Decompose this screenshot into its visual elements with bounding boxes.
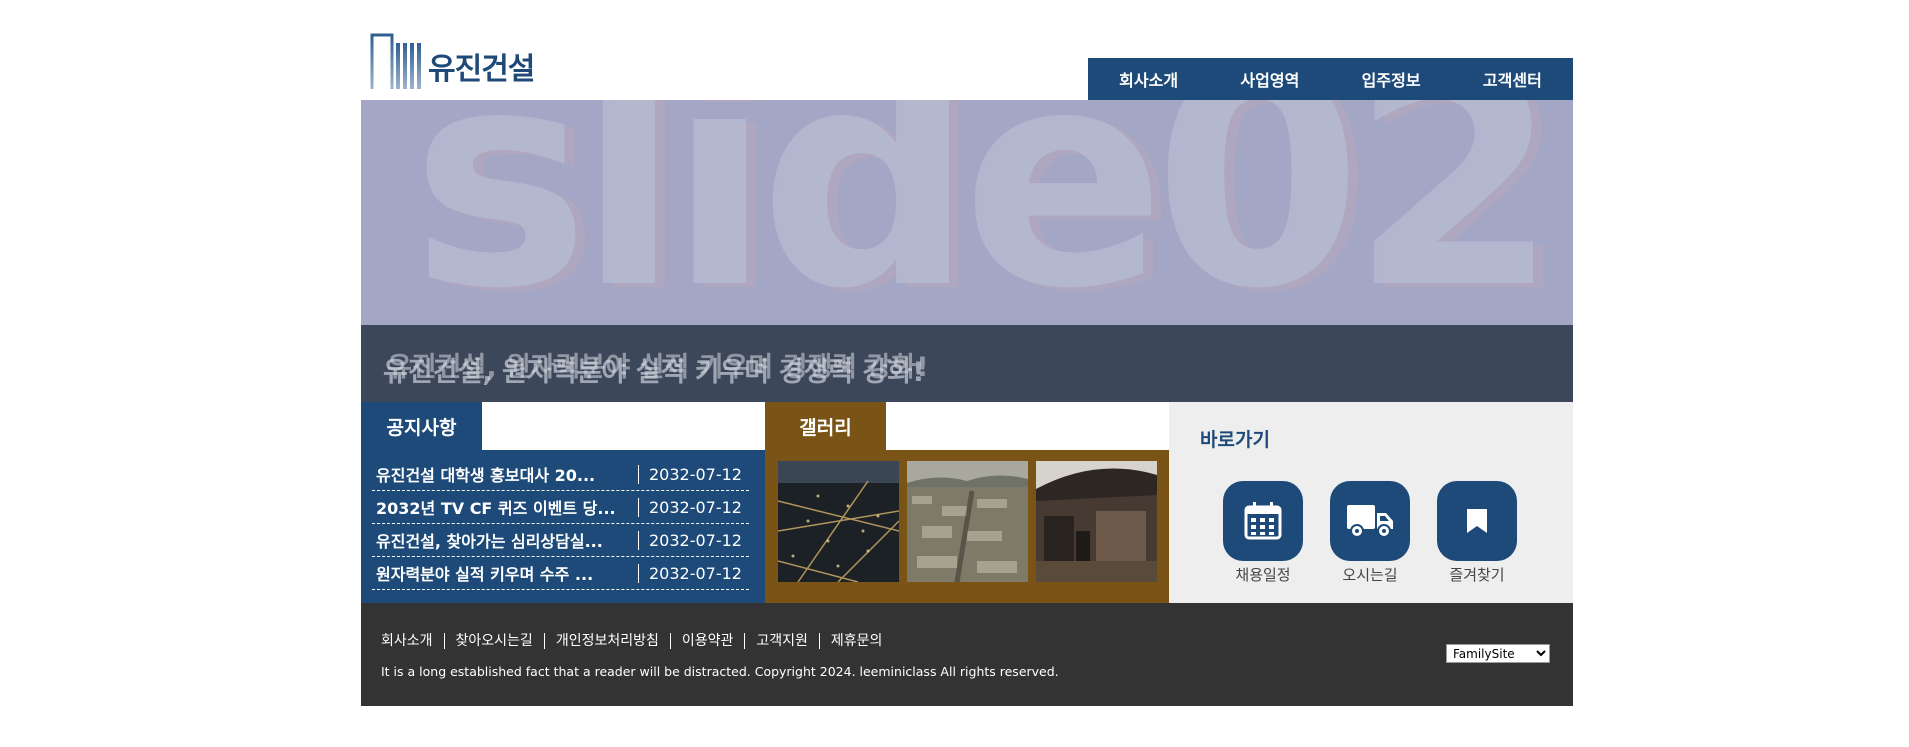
gallery-thumb-night-city[interactable] [778, 461, 899, 582]
notice-item[interactable]: 2032년 TV CF 퀴즈 이벤트 당... 2032-07-12 [372, 491, 749, 524]
footer-links: 회사소개 찾아오시는길 개인정보처리방침 이용약관 고객지원 제휴문의 [381, 633, 893, 649]
footer-link-directions[interactable]: 찾아오시는길 [443, 633, 544, 649]
gallery-body [765, 450, 1169, 603]
page-container: 유진건설 회사소개 사업영역 입주정보 고객센터 slide02 slide02… [361, 0, 1573, 747]
notice-title: 유진건설 대학생 홍보대사 20... [376, 466, 596, 485]
gallery-section: 갤러리 [765, 402, 1169, 603]
notice-item[interactable]: 원자력분야 실적 키우며 수주 ... 2032-07-12 [372, 557, 749, 590]
nav-item-residence[interactable]: 입주정보 [1331, 58, 1452, 100]
quick-link-label: 즐겨찾기 [1449, 566, 1505, 584]
quick-link-favorites[interactable]: 즐겨찾기 [1437, 481, 1517, 585]
notice-title: 2032년 TV CF 퀴즈 이벤트 당... [376, 499, 616, 518]
family-site-select[interactable]: FamilySite [1446, 644, 1550, 663]
slide-label: slide02 [411, 100, 1559, 354]
slide-caption-band: 유진건설, 원자력분야 실적 키우며 경쟁력 강화! 유진건설, 원자력분야 실… [361, 325, 1573, 402]
main-nav: 회사소개 사업영역 입주정보 고객센터 [1088, 58, 1573, 100]
copyright-text: It is a long established fact that a rea… [381, 664, 1059, 679]
gallery-thumb-hanok[interactable] [1036, 461, 1157, 582]
bookmark-icon [1437, 481, 1517, 561]
quick-link-directions[interactable]: 오시는길 [1330, 481, 1410, 585]
quick-link-label: 채용일정 [1235, 566, 1291, 584]
truck-icon [1330, 481, 1410, 561]
nav-item-support[interactable]: 고객센터 [1452, 58, 1573, 100]
calendar-icon [1223, 481, 1303, 561]
logo-mark-icon [370, 33, 421, 89]
quick-link-recruit[interactable]: 채용일정 [1223, 481, 1303, 585]
notice-item[interactable]: 유진건설, 찾아가는 심리상담실... 2032-07-12 [372, 524, 749, 557]
tab-notice[interactable]: 공지사항 [361, 402, 482, 450]
gallery-thumb-city-day[interactable] [907, 461, 1028, 582]
logo[interactable]: 유진건설 [370, 33, 535, 89]
nav-item-company[interactable]: 회사소개 [1088, 58, 1209, 100]
notice-date: 2032-07-12 [638, 464, 749, 484]
notice-date: 2032-07-12 [638, 497, 749, 517]
notice-body: 유진건설 대학생 홍보대사 20... 2032-07-12 2032년 TV … [361, 450, 765, 603]
notice-title: 유진건설, 찾아가는 심리상담실... [376, 532, 603, 551]
footer-link-company[interactable]: 회사소개 [381, 633, 444, 649]
notice-list: 유진건설 대학생 홍보대사 20... 2032-07-12 2032년 TV … [372, 458, 749, 590]
night-city-image [778, 461, 899, 582]
hero-slider[interactable]: slide02 slide02 유진건설, 원자력분야 실적 키우며 경쟁력 강… [361, 100, 1573, 402]
header: 유진건설 회사소개 사업영역 입주정보 고객센터 [361, 0, 1573, 100]
hanok-image [1036, 461, 1157, 582]
footer-link-partnership[interactable]: 제휴문의 [818, 633, 894, 649]
footer-link-support[interactable]: 고객지원 [744, 633, 819, 649]
tab-gallery[interactable]: 갤러리 [765, 402, 886, 450]
slide-caption-overlay: 유진건설, 원자력분야 실적 키우며 경쟁력 강화! [387, 352, 929, 383]
quick-link-label: 오시는길 [1342, 566, 1398, 584]
footer-link-privacy[interactable]: 개인정보처리방침 [543, 633, 670, 649]
notice-date: 2032-07-12 [638, 530, 749, 550]
nav-item-business[interactable]: 사업영역 [1209, 58, 1330, 100]
notice-section: 공지사항 유진건설 대학생 홍보대사 20... 2032-07-12 2032… [361, 402, 765, 603]
quick-links-section: 바로가기 채용일정 오시는길 즐겨찾기 [1169, 402, 1573, 603]
footer-link-terms[interactable]: 이용약관 [669, 633, 745, 649]
notice-title: 원자력분야 실적 키우며 수주 ... [376, 565, 594, 584]
footer: 회사소개 찾아오시는길 개인정보처리방침 이용약관 고객지원 제휴문의 It i… [361, 603, 1573, 706]
quick-links-title: 바로가기 [1200, 429, 1270, 451]
notice-date: 2032-07-12 [638, 563, 749, 583]
notice-item[interactable]: 유진건설 대학생 홍보대사 20... 2032-07-12 [372, 458, 749, 491]
city-day-image [907, 461, 1028, 582]
logo-text: 유진건설 [428, 52, 535, 87]
